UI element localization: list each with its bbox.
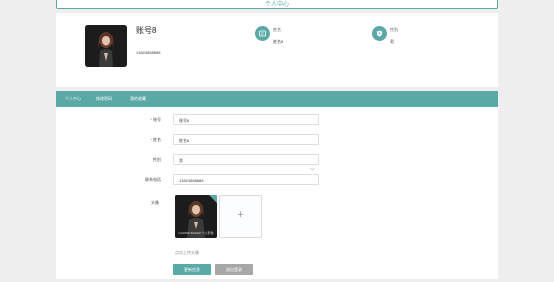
avatar-upload-button[interactable]: +: [219, 195, 262, 238]
gender-select-value: 男: [179, 157, 183, 163]
page-header: 个人中心: [56, 0, 498, 9]
tab-personal-center[interactable]: 个人中心: [65, 96, 81, 102]
avatar: [85, 25, 127, 67]
phone-input-value: 13823888888: [179, 177, 204, 183]
gender-label: 性别: [390, 27, 398, 32]
id-card-icon: [255, 26, 270, 41]
gender-value: 男: [390, 39, 394, 44]
profile-form: * 账号 账号8 * 姓名 姓名8 性别 男 联系电话 13823888888 …: [56, 107, 498, 279]
logout-button[interactable]: 退出登录: [215, 264, 253, 275]
gender-field-label: 性别: [153, 157, 161, 162]
account-input-value: 账号8: [179, 117, 190, 123]
name-value: 姓名8: [273, 39, 284, 44]
phone-input[interactable]: 13823888888: [173, 174, 319, 185]
account-input[interactable]: 账号8: [173, 114, 319, 125]
account-field-label: * 账号: [150, 117, 161, 122]
upload-success-badge: [209, 195, 217, 203]
tab-change-password[interactable]: 修改密码: [96, 96, 112, 102]
page-title: 个人中心: [264, 2, 289, 8]
tab-my-favorites[interactable]: 我的收藏: [130, 96, 146, 102]
profile-tabs: 个人中心 修改密码 我的收藏: [56, 91, 498, 107]
gender-shield-icon: [372, 26, 387, 41]
name-input[interactable]: 姓名8: [173, 134, 319, 145]
form-row-name: * 姓名 姓名8: [56, 134, 498, 145]
profile-username: 账号8: [136, 26, 157, 35]
form-row-account: * 账号 账号8: [56, 114, 498, 125]
avatar-field-label: 头像: [151, 200, 159, 205]
required-mark: *: [150, 137, 152, 142]
name-label: 姓名: [273, 27, 281, 32]
gender-select[interactable]: 男: [173, 154, 319, 171]
update-info-button[interactable]: 更新信息: [173, 264, 211, 275]
phone-field-label: 联系电话: [145, 177, 161, 182]
form-row-phone: 联系电话 13823888888: [56, 174, 498, 185]
avatar-caption: CARRIE BAKER 个人形象: [178, 231, 214, 235]
uploaded-avatar-thumbnail[interactable]: CARRIE BAKER 个人形象: [175, 195, 217, 238]
required-mark: *: [150, 117, 152, 122]
profile-phone: 13823888888: [136, 50, 161, 55]
profile-card: 账号8 13823888888 姓名 姓名8 性别 男: [56, 13, 498, 87]
name-field-label: * 姓名: [150, 137, 161, 142]
form-row-gender: 性别 男: [56, 154, 498, 171]
plus-icon: +: [237, 209, 244, 221]
name-input-value: 姓名8: [179, 137, 190, 143]
upload-hint: 点击上传头像: [175, 250, 199, 255]
